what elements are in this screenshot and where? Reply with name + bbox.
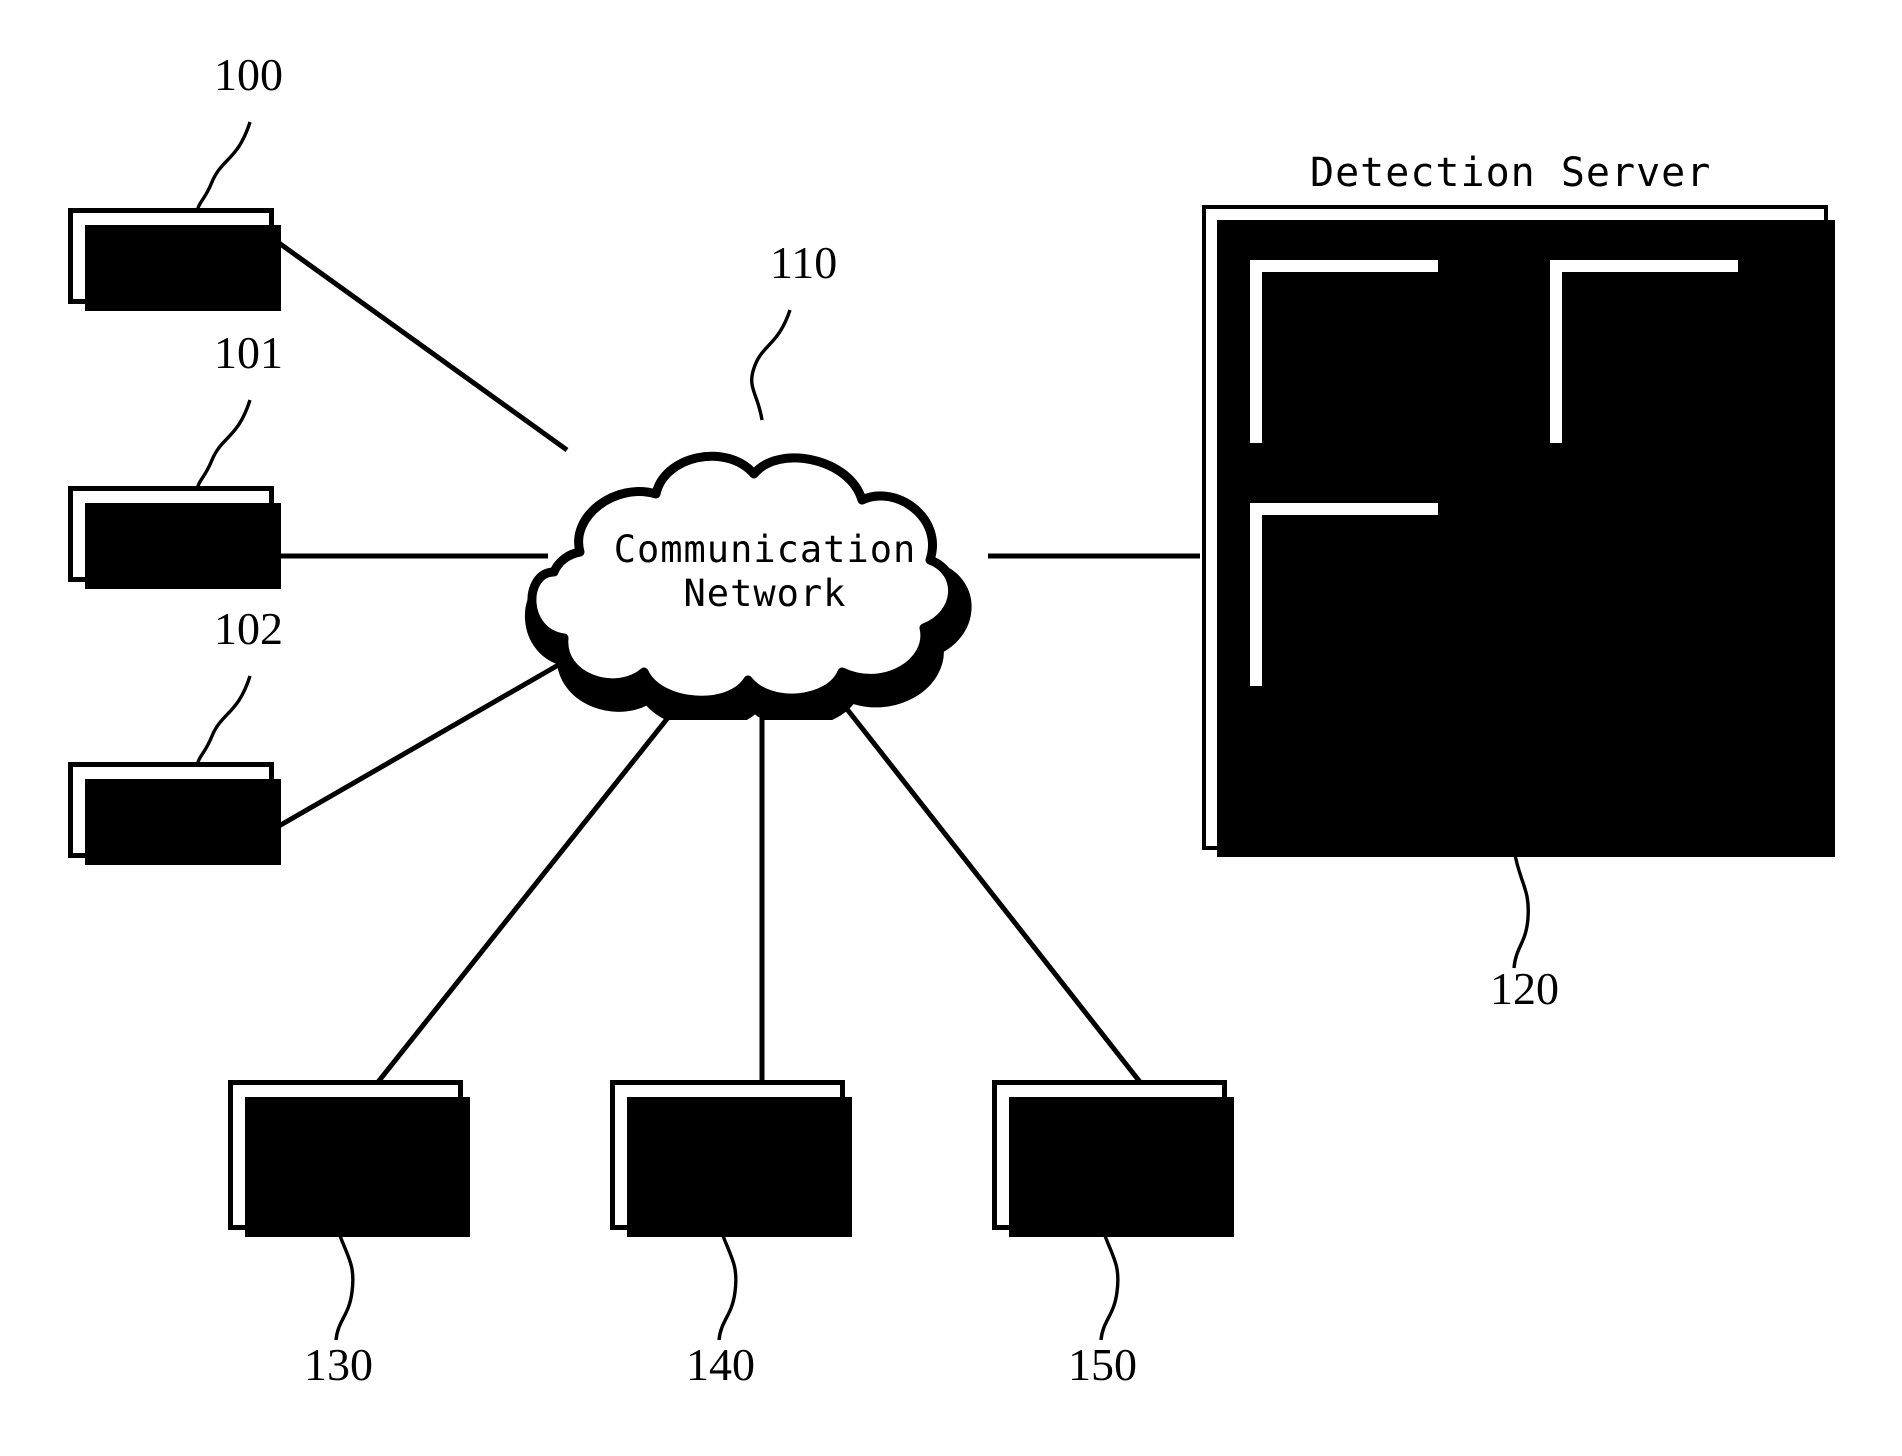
ref-numeral-102: 102 [214, 603, 283, 654]
ref-numeral-101: 101 [214, 327, 283, 378]
ref-numeral-140: 140 [686, 1339, 755, 1390]
virtual-client-module-1[interactable]: Virtual Client Module [1244, 254, 1450, 455]
ref-numeral-130: 130 [304, 1339, 373, 1390]
detection-server-panel: Virtual Client Module Virtual Client Mod… [1202, 205, 1835, 857]
client-node-100-label: Client [99, 233, 243, 278]
client-node-102-label: Client [99, 787, 243, 832]
streaming-server-node-150[interactable]: Streaming Server [992, 1080, 1234, 1237]
ref-numeral-110: 110 [770, 237, 838, 288]
leader-100 [194, 121, 252, 219]
leader-130 [333, 1221, 355, 1341]
streaming-server-node-140-label: Streaming Server [625, 1113, 830, 1195]
communication-network-cloud: Communication Network [520, 400, 1010, 730]
leader-120 [1512, 849, 1530, 969]
network-label: Communication Network [613, 528, 917, 615]
virtual-client-module-1-label: Virtual Client Module [1268, 293, 1420, 410]
leader-150 [1098, 1221, 1120, 1341]
virtual-client-module-3-label: Virtual Client Module [1268, 536, 1420, 653]
ref-numeral-100: 100 [214, 49, 283, 100]
streaming-server-node-150-label: Streaming Server [1007, 1113, 1212, 1195]
leader-102 [194, 675, 252, 773]
client-node-102[interactable]: Client [68, 762, 281, 865]
ref-numeral-120: 120 [1490, 963, 1559, 1014]
detection-server-title: Detection Server [1310, 150, 1712, 196]
client-node-101-label: Client [99, 511, 243, 556]
virtual-client-module-2-label: Virtual Client Module [1568, 293, 1720, 410]
virtual-client-module-2[interactable]: Virtual Client Module [1544, 254, 1750, 455]
ref-numeral-150: 150 [1068, 1339, 1137, 1390]
link-network-streaming150 [830, 688, 1142, 1084]
leader-140 [716, 1221, 738, 1341]
link-network-streaming130 [376, 688, 692, 1084]
streaming-server-node-130[interactable]: Streaming Server [228, 1080, 470, 1237]
streaming-server-node-130-label: Streaming Server [243, 1113, 448, 1195]
leader-101 [194, 399, 252, 497]
client-node-100[interactable]: Client [68, 208, 281, 311]
virtual-client-module-3[interactable]: Virtual Client Module [1244, 497, 1450, 698]
streaming-server-node-140[interactable]: Streaming Server [610, 1080, 852, 1237]
client-node-101[interactable]: Client [68, 486, 281, 589]
figure-canvas: Communication Network Client Client Clie… [0, 0, 1902, 1456]
